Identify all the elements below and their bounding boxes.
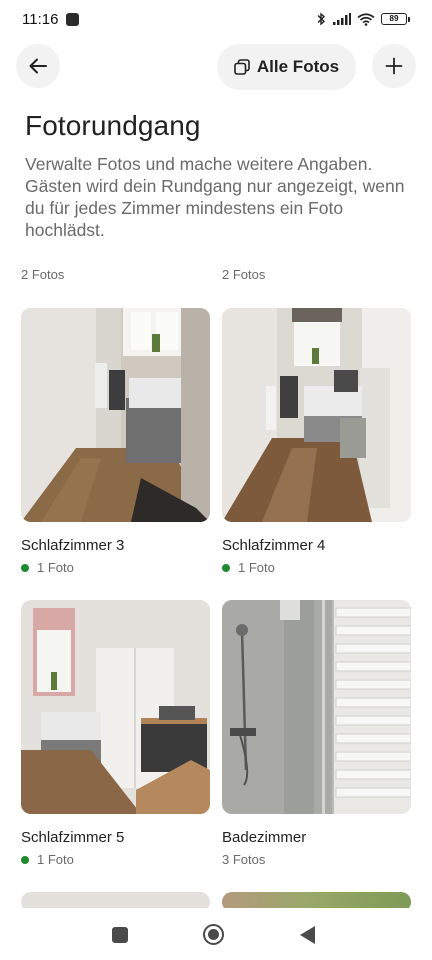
room-photo-count-label: 1 Foto <box>37 852 74 867</box>
arrow-left-icon <box>29 58 47 74</box>
top-nav: Alle Fotos <box>0 44 432 90</box>
status-dot-icon <box>222 563 230 572</box>
signal-icon <box>333 13 351 25</box>
status-dot-icon <box>21 855 29 864</box>
bluetooth-icon <box>317 12 326 26</box>
room-name: Badezimmer <box>222 829 307 846</box>
room-photo-count-label: 1 Foto <box>238 560 275 575</box>
all-photos-label: Alle Fotos <box>256 57 340 76</box>
room-photo[interactable] <box>222 308 411 522</box>
system-nav-bar <box>0 908 432 960</box>
room-photo-count: 1 Foto <box>21 560 74 575</box>
room-photo[interactable] <box>21 308 210 522</box>
photo-count-left: 2 Fotos <box>21 267 65 282</box>
room-photo-count: 1 Foto <box>222 560 275 575</box>
wifi-icon <box>357 12 375 26</box>
home-circle-icon[interactable] <box>203 924 224 945</box>
room-photo-count-label: 3 Fotos <box>222 852 266 867</box>
plus-icon <box>385 57 403 75</box>
room-photo[interactable] <box>21 600 210 814</box>
room-photo[interactable] <box>222 600 411 814</box>
status-bar: 11:16 89 <box>0 0 432 38</box>
all-photos-button[interactable]: Alle Fotos <box>217 44 356 90</box>
room-photo-count: 3 Fotos <box>222 852 265 867</box>
battery-level: 89 <box>381 13 407 25</box>
photos-stack-icon <box>234 59 250 75</box>
back-button[interactable] <box>16 44 60 88</box>
recents-square-icon[interactable] <box>112 927 128 943</box>
status-time: 11:16 <box>22 10 59 28</box>
room-photo-count-label: 1 Foto <box>37 560 74 575</box>
photo-count-right: 2 Fotos <box>222 267 266 282</box>
room-name: Schlafzimmer 4 <box>222 537 326 554</box>
notification-icon <box>66 12 80 26</box>
battery-icon: 89 <box>381 13 410 25</box>
room-name: Schlafzimmer 5 <box>21 829 125 846</box>
status-dot-icon <box>21 563 29 572</box>
page-title: Fotorundgang <box>25 110 201 141</box>
page-description: Verwalte Fotos und mache weitere Angaben… <box>25 154 405 240</box>
room-name: Schlafzimmer 3 <box>21 537 125 554</box>
add-button[interactable] <box>372 44 416 88</box>
back-triangle-icon[interactable] <box>300 926 315 944</box>
room-photo-count: 1 Foto <box>21 852 74 867</box>
